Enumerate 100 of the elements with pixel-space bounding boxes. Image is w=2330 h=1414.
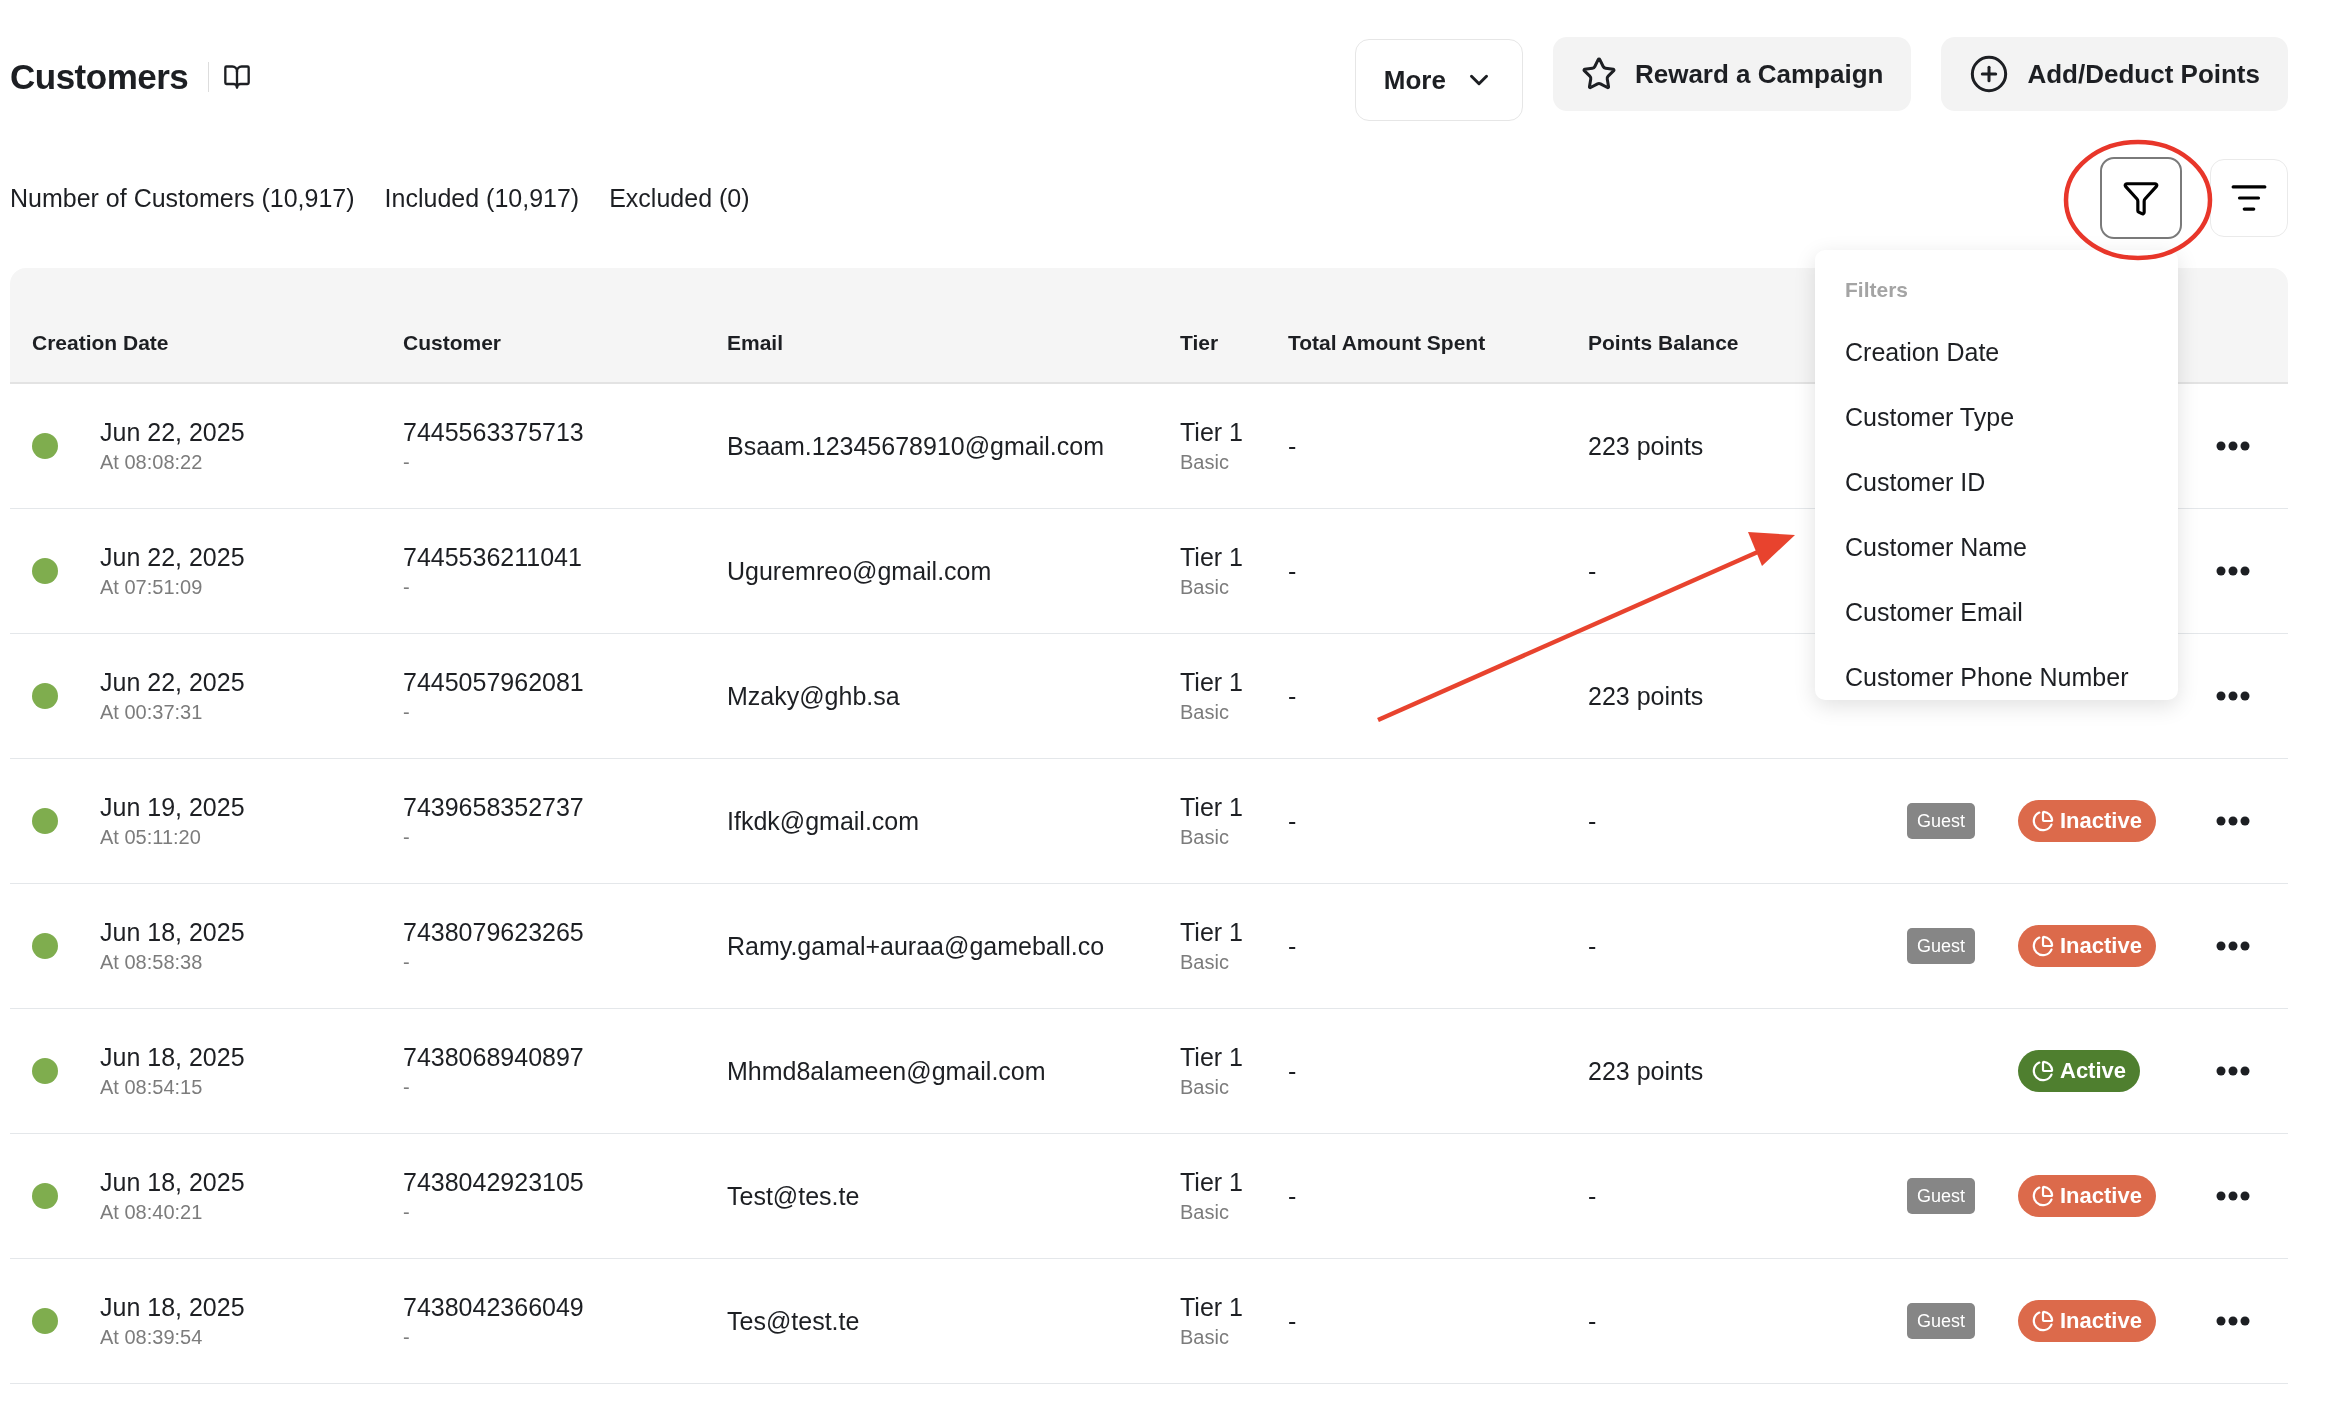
points-cell-text: 223 points [1588, 431, 1705, 461]
status-dot [32, 433, 58, 459]
more-icon [2216, 1066, 2250, 1076]
menu-item[interactable]: Customer Name [1845, 533, 2178, 598]
column-header: Email [727, 331, 785, 355]
customer-name: - [403, 1076, 410, 1099]
pie-chart-icon [2032, 1060, 2054, 1082]
email-cell-text: Bsaam.12345678910@gmail.com [727, 431, 1105, 461]
customer-name: - [403, 826, 410, 849]
tier-name: Basic [1180, 826, 1229, 849]
tier-name: Basic [1180, 451, 1229, 474]
more-icon [2216, 816, 2250, 826]
customer-name: - [403, 951, 410, 974]
points-cell-text: 223 points [1588, 681, 1705, 711]
tier-name: Basic [1180, 1326, 1229, 1349]
points-cell-text: - [1588, 931, 1598, 961]
customer-name: - [403, 1326, 410, 1349]
customer-id: 7445057962081 [403, 668, 584, 697]
more-icon [2216, 441, 2250, 451]
star-icon [1580, 56, 1617, 92]
more-icon [2216, 691, 2250, 701]
creation-date: Jun 18, 2025 [100, 1168, 245, 1197]
points-cell-text: - [1588, 806, 1598, 836]
creation-date: Jun 19, 2025 [100, 793, 245, 822]
action-button[interactable]: Add/Deduct Points [1941, 37, 2288, 111]
email-cell-text: Uguremreo@gmail.com [727, 556, 993, 586]
creation-date: Jun 18, 2025 [100, 918, 245, 947]
menu-item[interactable]: Creation Date [1845, 338, 2178, 403]
creation-date: Jun 22, 2025 [100, 543, 245, 572]
plus-circle-icon [1969, 54, 2010, 94]
filter-icon [2122, 179, 2160, 217]
status-pill: Inactive [2018, 800, 2156, 842]
page-title: Customers [10, 57, 189, 97]
creation-time: At 08:08:22 [100, 451, 203, 474]
status-pill: Active [2018, 1050, 2141, 1092]
customer-id: 7438079623265 [403, 918, 584, 947]
more-dropdown-button[interactable]: More [1354, 39, 1523, 121]
tier-name: Basic [1180, 1201, 1229, 1224]
customer-id: 7445563375713 [403, 418, 584, 447]
customer-type-tag: Guest [1907, 927, 1976, 964]
customer-name: - [403, 1201, 410, 1224]
customer-type-tag: Guest [1907, 1302, 1976, 1339]
tier-cell: Tier 1 [1180, 543, 1243, 572]
status-dot [32, 1058, 58, 1084]
status-dot [32, 683, 58, 709]
sort-button[interactable] [2210, 159, 2288, 237]
action-button[interactable]: Reward a Campaign [1552, 37, 1912, 111]
creation-time: At 08:54:15 [100, 1076, 203, 1099]
customer-name: - [403, 701, 410, 724]
total-spent-cell-text: - [1288, 1056, 1298, 1086]
total-spent-cell-text: - [1288, 1181, 1298, 1211]
book-icon[interactable] [223, 63, 252, 91]
more-icon [2216, 566, 2250, 576]
creation-date: Jun 18, 2025 [100, 1043, 245, 1072]
customer-id: 7439658352737 [403, 793, 584, 822]
column-header: Tier [1180, 331, 1220, 355]
tier-name: Basic [1180, 951, 1229, 974]
more-icon [2216, 941, 2250, 951]
total-spent-cell-text: - [1288, 806, 1298, 836]
total-spent-cell-text: - [1288, 431, 1298, 461]
total-spent-cell-text: - [1288, 681, 1298, 711]
creation-time: At 08:58:38 [100, 951, 203, 974]
pie-chart-icon [2032, 1310, 2054, 1332]
menu-item[interactable]: Customer Email [1845, 598, 2178, 663]
customer-id: 7445536211041 [403, 543, 582, 572]
count-label: Number of Customers (10,917) [10, 183, 355, 213]
customer-id: 7438068940897 [403, 1043, 584, 1072]
status-dot [32, 1183, 58, 1209]
points-cell-text: - [1588, 1306, 1598, 1336]
email-cell-text: Ifkdk@gmail.com [727, 806, 921, 836]
customer-type-tag: Guest [1907, 1177, 1976, 1214]
filter-button[interactable] [2100, 157, 2182, 239]
tier-name: Basic [1180, 701, 1229, 724]
creation-time: At 05:11:20 [100, 826, 201, 849]
status-pill: Inactive [2018, 925, 2156, 967]
creation-time: At 07:51:09 [100, 576, 203, 599]
total-spent-cell-text: - [1288, 556, 1298, 586]
tier-cell: Tier 1 [1180, 1043, 1243, 1072]
points-cell-text: - [1588, 1181, 1598, 1211]
tier-cell: Tier 1 [1180, 418, 1243, 447]
menu-heading: Filters [1845, 278, 1910, 302]
column-header: Total Amount Spent [1288, 331, 1487, 355]
pie-chart-icon [2032, 935, 2054, 957]
creation-date: Jun 18, 2025 [100, 1293, 245, 1322]
email-cell-text: Mhmd8alameen@gmail.com [727, 1056, 1047, 1086]
menu-item[interactable]: Customer ID [1845, 468, 2178, 533]
more-icon [2216, 1316, 2250, 1326]
creation-time: At 08:40:21 [100, 1201, 203, 1224]
status-pill: Inactive [2018, 1175, 2156, 1217]
tier-cell: Tier 1 [1180, 918, 1243, 947]
menu-item[interactable]: Customer Type [1845, 403, 2178, 468]
menu-item[interactable]: Customer Phone Number [1845, 663, 2178, 700]
points-cell-text: 223 points [1588, 1056, 1705, 1086]
creation-time: At 08:39:54 [100, 1326, 203, 1349]
tier-cell: Tier 1 [1180, 793, 1243, 822]
email-cell-text: Ramy.gamal+auraa@gameball.co [727, 931, 1106, 961]
status-dot [32, 808, 58, 834]
creation-date: Jun 22, 2025 [100, 668, 245, 697]
tier-cell: Tier 1 [1180, 1168, 1243, 1197]
customer-id: 7438042923105 [403, 1168, 584, 1197]
